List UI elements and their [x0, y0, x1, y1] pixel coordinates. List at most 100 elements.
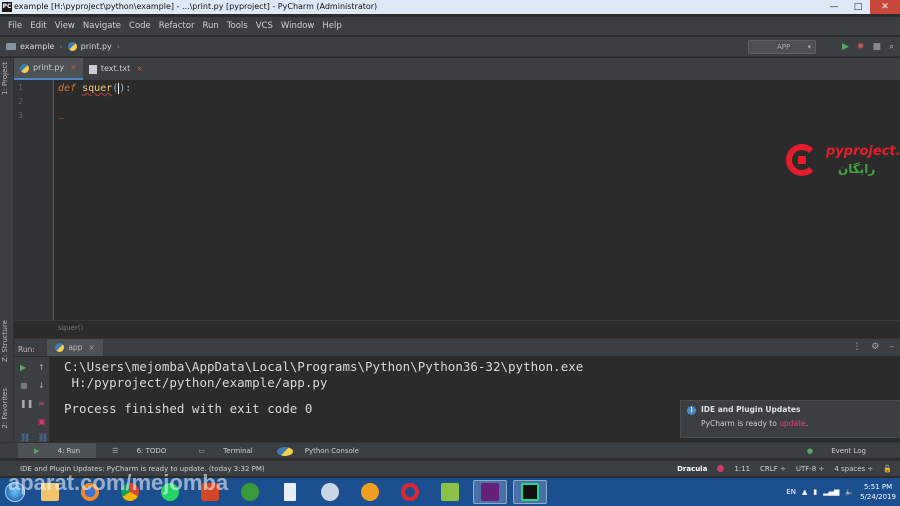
arrow-up-icon[interactable]: ↑	[38, 363, 45, 372]
menu-code[interactable]: Code	[125, 17, 155, 35]
update-notification[interactable]: i IDE and Plugin Updates PyCharm is read…	[680, 400, 900, 438]
breadcrumb-project[interactable]: example	[6, 37, 54, 57]
menu-edit[interactable]: Edit	[26, 17, 50, 35]
line-number-gutter: 1 2 3	[14, 80, 54, 320]
run-tab-label: app	[68, 343, 83, 352]
taskbar-paint[interactable]	[313, 480, 347, 504]
close-tab-icon[interactable]: ×	[70, 57, 77, 79]
close-tab-icon[interactable]: ×	[88, 339, 94, 356]
breadcrumb-file[interactable]: print.py	[67, 37, 112, 57]
menu-navigate[interactable]: Navigate	[79, 17, 125, 35]
editor-tabs: print.py × text.txt ×	[14, 58, 900, 80]
close-paren: ):	[119, 83, 132, 94]
clock[interactable]: 5:51 PM 5/24/2019	[860, 482, 896, 502]
minimize-button[interactable]: —	[822, 0, 846, 14]
stop-icon[interactable]: ■	[872, 40, 881, 54]
visual-studio-icon	[481, 483, 499, 501]
error-marker-icon: ~	[58, 114, 65, 123]
menu-help[interactable]: Help	[318, 17, 345, 35]
network-icon[interactable]: ▂▄▆	[823, 488, 839, 496]
code-line-1[interactable]: def squer():	[58, 82, 131, 96]
document-icon	[284, 483, 296, 501]
taskbar-document[interactable]	[273, 480, 307, 504]
gear-icon[interactable]: ⚙	[871, 339, 879, 356]
menu-tools[interactable]: Tools	[223, 17, 252, 35]
run-config-label: APP	[777, 43, 791, 51]
menu-run[interactable]: Run	[198, 17, 222, 35]
pycharm-icon	[521, 483, 539, 501]
print-icon[interactable]: ▣	[38, 417, 46, 426]
theme-indicator[interactable]: Dracula	[677, 461, 707, 477]
file-encoding[interactable]: UTF-8 ÷	[796, 461, 825, 477]
code-breadcrumb[interactable]: squer()	[14, 320, 900, 334]
tray-arrow-icon[interactable]: ▲	[802, 488, 807, 496]
lock-icon[interactable]: 🔓	[883, 461, 892, 477]
tool-tab-python-console[interactable]: Python Console	[269, 443, 375, 458]
project-tool-tab[interactable]: 1: Project	[1, 62, 9, 95]
run-side-toolbar: ▶ ↑ ■ ↓ ❚❚ ≡ ▣ ⛓ ⛓	[14, 357, 50, 443]
notification-text: PyCharm is ready to	[701, 419, 777, 428]
tool-tab-todo[interactable]: ☰ 6: TODO	[96, 443, 182, 458]
theme-dot-icon	[717, 465, 725, 472]
left-tool-strip: 1: Project Z: Structure 2: Favorites	[0, 58, 14, 458]
taskbar-visual-studio[interactable]	[473, 480, 507, 504]
volume-icon[interactable]: 🔈	[845, 488, 854, 496]
maximize-button[interactable]: □	[846, 0, 870, 14]
code-editor[interactable]: 1 2 3 def squer(): ~ pyproject.ir رایگان	[14, 80, 900, 320]
close-button[interactable]: ✕	[870, 0, 900, 14]
taskbar-pycharm[interactable]	[513, 480, 547, 504]
hide-panel-icon[interactable]: –	[890, 339, 895, 356]
run-config-select[interactable]: APP ▾	[748, 40, 816, 54]
taskbar-app[interactable]	[233, 480, 267, 504]
taskbar-gallery[interactable]	[433, 480, 467, 504]
taskbar-opera[interactable]	[393, 480, 427, 504]
console-output[interactable]: C:\Users\mejomba\AppData\Local\Programs\…	[64, 359, 583, 417]
breadcrumb-function: squer()	[58, 324, 84, 332]
breadcrumb-separator-icon: ›	[116, 41, 120, 51]
run-icon[interactable]: ▶	[842, 40, 849, 54]
menu-window[interactable]: Window	[277, 17, 319, 35]
tool-window-tabs: ▶ 4: Run ☰ 6: TODO ▭ Terminal Python Con…	[0, 442, 900, 458]
taskbar-search[interactable]	[353, 480, 387, 504]
debug-icon[interactable]: ✹	[857, 40, 865, 54]
menu-refactor[interactable]: Refactor	[155, 17, 199, 35]
run-label: Run:	[18, 345, 35, 354]
info-icon: i	[687, 406, 696, 415]
menu-bar: File Edit View Navigate Code Refactor Ru…	[0, 17, 900, 35]
run-tab-app[interactable]: app ×	[47, 339, 103, 356]
battery-icon[interactable]: ▮	[813, 488, 817, 496]
soft-wrap-icon[interactable]: ≡	[38, 399, 45, 408]
menu-vcs[interactable]: VCS	[252, 17, 277, 35]
settings-icon[interactable]: ⋮	[852, 339, 861, 356]
stop-icon[interactable]: ■	[20, 381, 28, 390]
indent-setting[interactable]: 4 spaces ÷	[834, 461, 873, 477]
paint-icon	[321, 483, 339, 501]
link-icon[interactable]: ⛓	[20, 433, 30, 442]
tab-text-txt[interactable]: text.txt ×	[83, 58, 149, 80]
close-tab-icon[interactable]: ×	[136, 58, 143, 80]
console-spacer	[64, 391, 583, 401]
pyproject-logo: pyproject.ir رایگان	[784, 142, 900, 182]
tool-tab-terminal[interactable]: ▭ Terminal	[182, 443, 268, 458]
line-separator[interactable]: CRLF ÷	[760, 461, 786, 477]
arrow-down-icon[interactable]: ↓	[38, 381, 45, 390]
cursor-position[interactable]: 1:11	[734, 461, 750, 477]
event-log-icon: ●	[806, 447, 816, 455]
favorites-tool-tab[interactable]: 2: Favorites	[1, 388, 9, 429]
tool-tab-run[interactable]: ▶ 4: Run	[18, 443, 97, 458]
clock-time: 5:51 PM	[863, 483, 893, 491]
pause-icon[interactable]: ❚❚	[20, 399, 33, 408]
python-console-icon	[276, 446, 293, 456]
language-indicator[interactable]: EN	[786, 488, 796, 496]
tab-print-py[interactable]: print.py ×	[14, 58, 83, 80]
notification-title: IDE and Plugin Updates	[701, 405, 801, 414]
menu-view[interactable]: View	[51, 17, 79, 35]
event-log-tab[interactable]: ● Event Log	[791, 443, 882, 459]
menu-file[interactable]: File	[4, 17, 26, 35]
search-icon[interactable]: ⌕	[889, 40, 894, 54]
structure-tool-tab[interactable]: Z: Structure	[1, 320, 9, 362]
rerun-icon[interactable]: ▶	[20, 363, 26, 372]
pin-icon[interactable]: ⛓	[38, 433, 48, 442]
python-file-icon	[67, 42, 77, 51]
update-link[interactable]: update	[779, 419, 805, 428]
